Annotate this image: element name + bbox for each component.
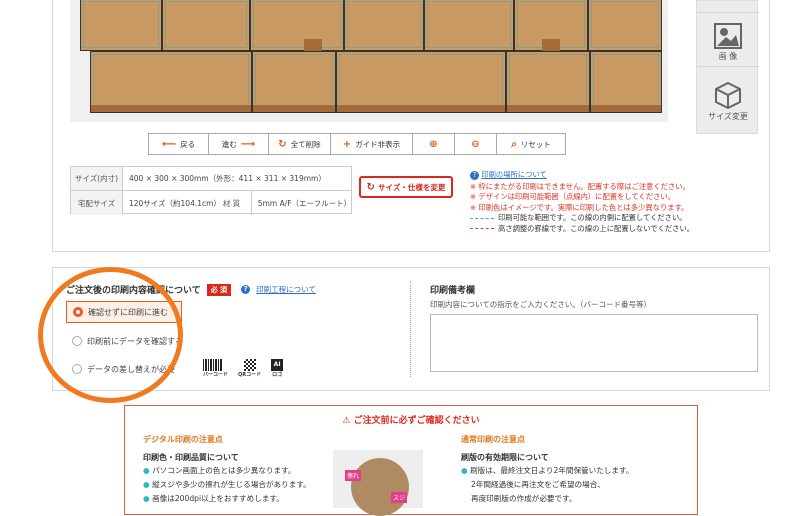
help-icon: ? bbox=[241, 285, 251, 294]
box-panel bbox=[506, 51, 590, 113]
delivery-value: 120サイズ（約104.1cm） bbox=[128, 198, 221, 208]
refresh-icon: ↻ bbox=[366, 181, 376, 193]
zoom-out-icon: ⊖ bbox=[471, 138, 480, 150]
notice-box: ⚠ ご注文前に必ずご確認ください デジタル印刷の注意点 印刷色・印刷品質について… bbox=[124, 405, 698, 516]
digital-subtitle: 印刷色・印刷品質について bbox=[143, 453, 239, 462]
memo-description: 印刷内容についての指示をご入力ください。（バーコード番号等） bbox=[430, 300, 652, 309]
back-label: 戻る bbox=[180, 139, 196, 149]
note-item: ※ 枠にまたがる印刷はできません。配置する際はご注意ください。 bbox=[470, 181, 690, 191]
box-panel bbox=[590, 51, 662, 113]
box-flap bbox=[162, 0, 250, 51]
forward-label: 進む bbox=[221, 139, 237, 149]
list-item: 画像は200dpi以上をおすすめします。 bbox=[152, 494, 284, 503]
material-value: 5mm A/F（エーフルート） bbox=[250, 191, 351, 215]
notice-header-text: ご注文前に必ずご確認ください bbox=[353, 416, 480, 426]
list-item: 再度印刷版の作成が必要です。 bbox=[471, 494, 577, 503]
list-item: 縦スジや多少の擦れが生じる場合があります。 bbox=[152, 480, 311, 489]
zoom-in-icon: ⊕ bbox=[429, 138, 438, 150]
sample-image: 擦れ スジ bbox=[333, 450, 423, 516]
required-badge: 必 須 bbox=[206, 283, 232, 296]
image-tag: スジ bbox=[391, 492, 408, 503]
legend-line-magenta bbox=[470, 228, 494, 230]
warning-icon: ⚠ bbox=[342, 416, 351, 426]
note-item: ※ 印刷色はイメージです。実際に印刷した色とは多少異なります。 bbox=[470, 202, 689, 212]
box-flap bbox=[250, 0, 344, 51]
barcode-icon bbox=[203, 359, 223, 371]
side-toolbar: 画 像 サイズ変更 bbox=[696, 0, 759, 134]
standard-subtitle: 刷版の有効期限について bbox=[461, 453, 549, 462]
zoom-in-button[interactable]: ⊕ bbox=[413, 134, 455, 154]
box-flap bbox=[588, 0, 662, 51]
change-spec-button[interactable]: ↻ サイズ・仕様を変更 bbox=[359, 176, 453, 198]
material-header: 材 質 bbox=[222, 198, 241, 208]
legend-text: 印刷可能な範囲です。この線の内側に配置してください。 bbox=[498, 213, 687, 223]
standard-list: ● 刷版は、最終注文日より2年間保管いたします。 2年間経過後に再注文をご希望の… bbox=[461, 464, 633, 506]
box-flap bbox=[514, 0, 588, 51]
print-location-link[interactable]: 印刷の場所について bbox=[481, 170, 546, 179]
barcode-label: バーコード bbox=[203, 372, 229, 378]
box-preview-canvas[interactable] bbox=[70, 0, 668, 122]
box-panel bbox=[252, 51, 336, 113]
highlight-circle bbox=[38, 267, 183, 403]
image-label: 画 像 bbox=[718, 52, 738, 61]
change-spec-label: サイズ・仕様を変更 bbox=[378, 182, 446, 192]
side-btn-stamp[interactable] bbox=[697, 1, 759, 13]
box-flap bbox=[424, 0, 514, 51]
back-button[interactable]: ⟵ 戻る bbox=[149, 134, 209, 154]
search-icon: ⌕ bbox=[511, 138, 517, 150]
guide-icon: + bbox=[342, 138, 352, 150]
digital-title: デジタル印刷の注意点 bbox=[143, 435, 223, 444]
memo-title: 印刷備考欄 bbox=[430, 286, 476, 296]
undo-arrow-icon: ⟵ bbox=[161, 138, 177, 150]
refresh-icon: ↻ bbox=[278, 138, 287, 150]
delete-all-button[interactable]: ↻ 全て削除 bbox=[269, 134, 331, 154]
logo-label: ロゴ bbox=[272, 372, 283, 378]
notice-header: ⚠ ご注文前に必ずご確認ください bbox=[125, 413, 697, 426]
delivery-header: 宅配サイズ bbox=[71, 191, 123, 215]
size-value: 400 × 300 × 300mm（外形：411 × 311 × 319mm） bbox=[129, 174, 326, 183]
size-change-button[interactable]: サイズ変更 bbox=[697, 75, 759, 125]
size-change-label: サイズ変更 bbox=[708, 112, 748, 121]
list-item: パソコン画面上の色とは多少異なります。 bbox=[152, 466, 296, 475]
list-item: 刷版は、最終注文日より2年間保管いたします。 bbox=[470, 466, 634, 475]
image-button[interactable]: 画 像 bbox=[697, 17, 759, 67]
memo-textarea[interactable] bbox=[430, 314, 758, 372]
redo-arrow-icon: ⟶ bbox=[240, 138, 256, 150]
legend-text: 高さ調整の罫線です。この線の上に配置しないでください。 bbox=[498, 223, 695, 233]
guide-label: ガイド非表示 bbox=[355, 139, 401, 149]
image-tag: 擦れ bbox=[345, 470, 362, 481]
box-panel bbox=[336, 51, 506, 113]
zoom-out-button[interactable]: ⊖ bbox=[455, 134, 497, 154]
forward-button[interactable]: 進む ⟶ bbox=[209, 134, 269, 154]
help-icon: ? bbox=[470, 171, 479, 180]
divider bbox=[410, 281, 411, 377]
digital-list: ● パソコン画面上の色とは多少異なります。 ● 縦スジや多少の擦れが生じる場合が… bbox=[143, 466, 311, 503]
box-flap bbox=[344, 0, 424, 51]
box-flap bbox=[80, 0, 162, 51]
note-item: ※ デザインは印刷可能範囲（点線内）に配置をしてください。 bbox=[470, 192, 676, 202]
size-header: サイズ(内寸) bbox=[71, 167, 123, 190]
spec-table: サイズ(内寸) 400 × 300 × 300mm（外形：411 × 311 ×… bbox=[70, 166, 352, 215]
qr-label: QRコード bbox=[238, 372, 262, 378]
box-icon bbox=[715, 81, 741, 109]
logo-icon: AI bbox=[271, 359, 284, 371]
data-type-icons: バーコード QRコード AI ロゴ bbox=[203, 359, 284, 378]
reset-label: リセット bbox=[520, 139, 551, 149]
reset-button[interactable]: ⌕ リセット bbox=[497, 134, 565, 154]
guide-toggle-button[interactable]: + ガイド非表示 bbox=[331, 134, 413, 154]
list-item: 2年間経過後に再注文をご希望の場合、 bbox=[471, 480, 605, 489]
delete-all-label: 全て削除 bbox=[290, 139, 321, 149]
image-icon bbox=[714, 23, 742, 49]
qr-code-icon bbox=[243, 359, 256, 371]
legend-line-cyan bbox=[470, 217, 494, 219]
print-notes: ? 印刷の場所について ※ 枠にまたがる印刷はできません。配置する際はご注意くだ… bbox=[470, 170, 760, 235]
print-process-link[interactable]: 印刷工程について bbox=[256, 284, 316, 295]
box-panel bbox=[90, 51, 252, 113]
editor-toolbar: ⟵ 戻る 進む ⟶ ↻ 全て削除 + ガイド非表示 ⊕ ⊖ ⌕ リセット bbox=[148, 133, 566, 155]
standard-title: 通常印刷の注意点 bbox=[461, 435, 525, 444]
